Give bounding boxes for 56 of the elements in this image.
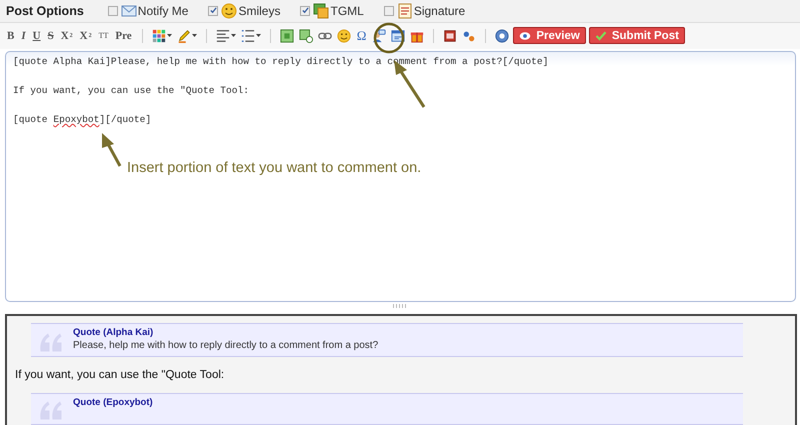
eye-icon	[519, 30, 532, 42]
section-title: Post Options	[6, 4, 84, 18]
checkbox[interactable]	[208, 6, 218, 16]
caret-icon	[256, 34, 261, 38]
option-label[interactable]: Notify Me	[138, 4, 188, 18]
pointer-arrow	[102, 133, 122, 167]
option-label[interactable]: Smileys	[238, 4, 280, 18]
image-add-button[interactable]	[298, 26, 314, 45]
list-icon	[240, 28, 255, 43]
envelope-icon	[120, 2, 137, 19]
smiley-button[interactable]	[336, 26, 352, 45]
option-label[interactable]: Signature	[414, 4, 466, 18]
format-button[interactable]: U	[30, 26, 43, 45]
caret-icon	[166, 34, 172, 38]
image-button[interactable]	[278, 26, 295, 45]
preview-button[interactable]: Preview	[513, 27, 586, 44]
format-button[interactable]: Pre	[113, 26, 134, 45]
text-line: If you want, you can use the "Quote Tool:	[13, 84, 250, 98]
quote-author: Quote (Alpha Kai)	[73, 326, 154, 339]
person-speech-icon	[372, 28, 386, 43]
format-button[interactable]: B	[5, 26, 16, 45]
help-icon	[495, 28, 510, 43]
checkbox[interactable]	[384, 6, 394, 16]
quote-author: Quote (Epoxybot)	[73, 396, 153, 409]
checkbox[interactable]	[108, 6, 118, 16]
format-button[interactable]: X$^{2}$	[58, 26, 75, 45]
quote-text: Please, help me with how to reply directly to a comment from a post?	[73, 338, 378, 353]
format-button[interactable]: TT	[96, 26, 110, 45]
picture-icon	[313, 2, 330, 19]
check-icon	[594, 30, 607, 42]
text-line: [quote Epoxybot][/quote]	[13, 112, 152, 127]
resize-grip[interactable]	[393, 304, 407, 308]
format-button[interactable]: S	[46, 26, 56, 45]
color-grid-icon	[152, 28, 166, 43]
smiley-icon	[336, 28, 351, 43]
help-button[interactable]	[494, 26, 510, 45]
text-line: [quote Alpha Kai]Please, help me with how to reply directly to a comment from a post?[/quote]	[13, 54, 548, 69]
pencil-icon	[176, 28, 191, 43]
submit-button[interactable]: Submit Post	[588, 27, 685, 44]
caret-icon	[230, 34, 236, 38]
image-icon	[280, 28, 294, 43]
align-icon	[216, 28, 230, 43]
annotation-text: Insert portion of text you want to comment on.	[127, 160, 422, 176]
paragraph: If you want, you can use the "Quote Tool:	[14, 368, 226, 383]
checkbox[interactable]	[300, 6, 310, 16]
dots-icon	[462, 28, 476, 43]
caret-icon	[192, 34, 197, 38]
format-button[interactable]: I	[19, 26, 28, 45]
image-add-icon	[298, 28, 313, 43]
symbol-button[interactable]: Ω	[354, 26, 368, 45]
person-speech-button[interactable]	[371, 26, 388, 45]
document-icon	[396, 2, 413, 19]
highlight-circle	[374, 22, 404, 54]
smiley-icon	[221, 2, 238, 19]
film-icon	[443, 28, 458, 43]
option-label[interactable]: TGML	[330, 4, 364, 18]
